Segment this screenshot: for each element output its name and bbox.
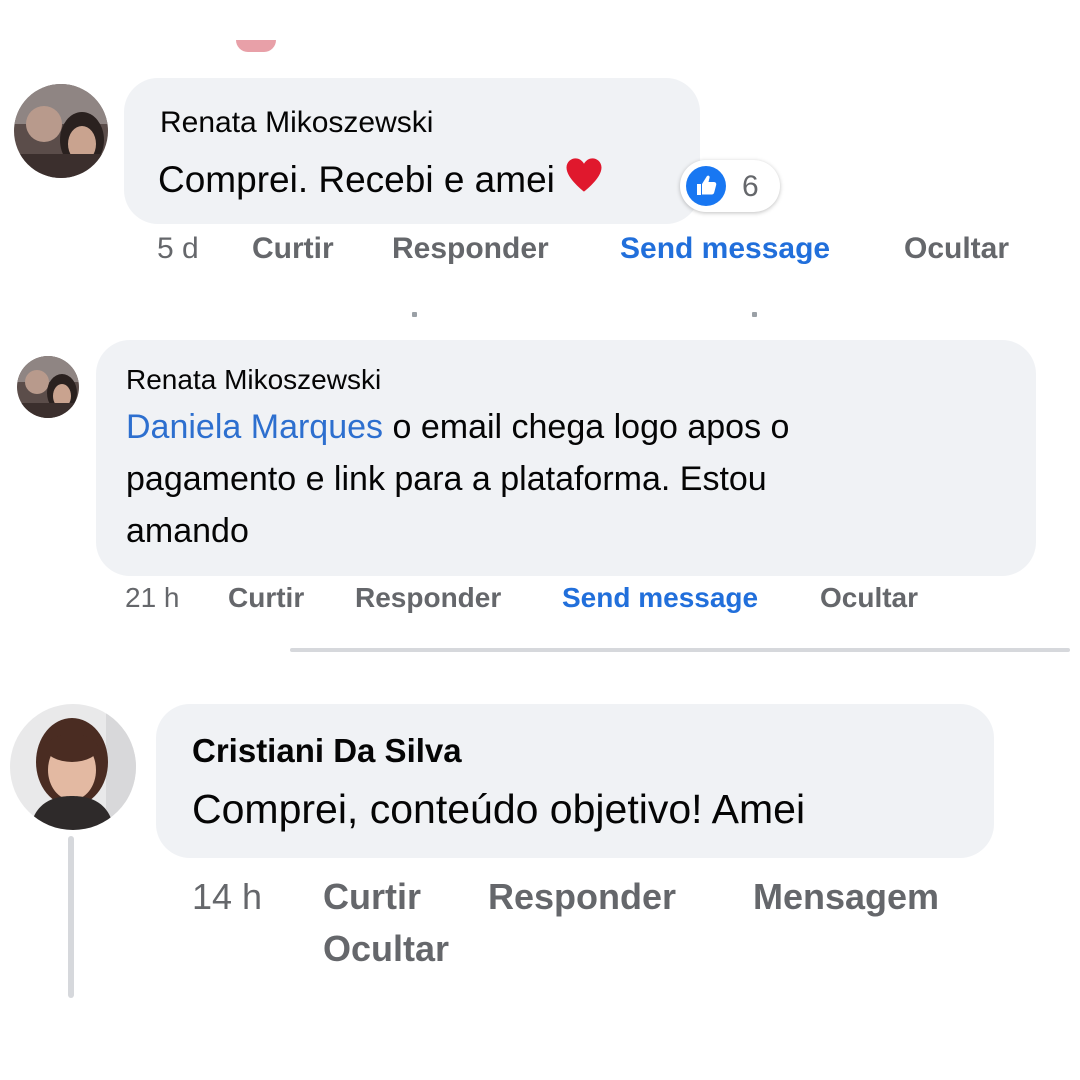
comment-text: Comprei, conteúdo objetivo! Amei	[192, 786, 806, 832]
reply-button[interactable]: Responder	[355, 582, 501, 614]
comment-text-body: Comprei. Recebi e amei	[158, 159, 555, 200]
comment-text: Comprei. Recebi e amei	[158, 154, 605, 201]
send-message-button[interactable]: Send message	[620, 232, 830, 266]
avatar-photo-icon	[17, 356, 79, 418]
hide-button[interactable]: Ocultar	[904, 232, 1009, 266]
like-button[interactable]: Curtir	[323, 876, 421, 918]
comment-actions-wrap: Ocultar	[0, 928, 1080, 970]
avatar[interactable]	[14, 84, 108, 178]
comment-bubble[interactable]	[156, 704, 994, 858]
heart-emoji-icon	[566, 158, 602, 192]
message-button[interactable]: Mensagem	[753, 876, 939, 918]
hide-button[interactable]: Ocultar	[820, 582, 918, 614]
comment-author[interactable]: Cristiani Da Silva	[192, 732, 462, 770]
comment-timestamp[interactable]: 5 d	[157, 232, 199, 266]
avatar[interactable]	[10, 704, 136, 830]
reaction-count: 6	[742, 170, 759, 203]
like-icon	[686, 166, 726, 206]
comment-actions: 14 h Curtir Responder Mensagem	[0, 876, 1080, 918]
avatar[interactable]	[17, 356, 79, 418]
comment-actions: 21 h Curtir Responder Send message Ocult…	[0, 582, 1080, 618]
comment-text-line: amando	[126, 512, 249, 550]
cropped-text-fragment	[412, 312, 417, 317]
comment-text-body: o email chega logo apos o	[383, 408, 790, 446]
like-button[interactable]: Curtir	[252, 232, 334, 266]
send-message-button[interactable]: Send message	[562, 582, 758, 614]
mention-link[interactable]: Daniela Marques	[126, 408, 383, 446]
comment-author[interactable]: Renata Mikoszewski	[160, 106, 433, 140]
reply-button[interactable]: Responder	[488, 876, 676, 918]
divider	[290, 648, 1070, 652]
comment-timestamp[interactable]: 14 h	[192, 876, 262, 918]
comment-text-line: pagamento e link para a plataforma. Esto…	[126, 460, 767, 498]
like-button[interactable]: Curtir	[228, 582, 304, 614]
thread-line	[68, 836, 74, 998]
comment-actions: 5 d Curtir Responder Send message Oculta…	[0, 232, 1080, 272]
avatar-photo-icon	[14, 84, 108, 178]
hide-button[interactable]: Ocultar	[323, 928, 449, 970]
comment-timestamp[interactable]: 21 h	[125, 582, 180, 614]
comment-bubble[interactable]	[124, 78, 700, 224]
cropped-text-fragment	[752, 312, 757, 317]
avatar-photo-icon	[10, 704, 136, 830]
reaction-badge[interactable]: 6	[680, 160, 780, 212]
comment-author[interactable]: Renata Mikoszewski	[126, 364, 381, 396]
comment-text-line: Daniela Marques o email chega logo apos …	[126, 408, 789, 447]
cropped-avatar-fragment	[236, 40, 276, 52]
reply-button[interactable]: Responder	[392, 232, 549, 266]
